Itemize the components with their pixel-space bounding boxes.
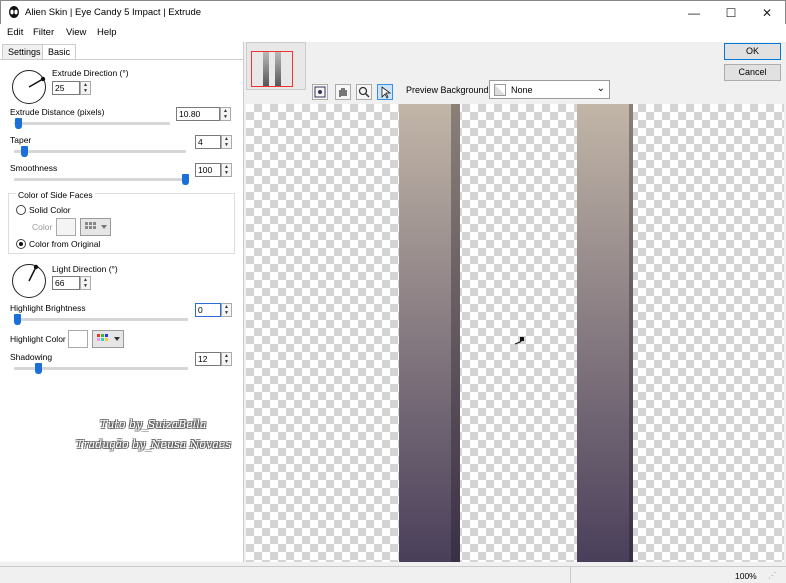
extruded-bar-right-side	[629, 104, 633, 562]
dial-needle-icon	[28, 76, 45, 88]
watermark-line-1: Tuto by_SuizaBella	[100, 418, 207, 431]
menu-edit[interactable]: Edit	[7, 27, 23, 38]
alien-skin-logo-icon	[9, 6, 19, 18]
status-bar: 100% ⋰	[0, 566, 786, 583]
zoom-fit-icon	[314, 86, 326, 98]
window-title: Alien Skin | Eye Candy 5 Impact | Extrud…	[25, 7, 202, 18]
taper-stepper[interactable]: ▲ ▼	[221, 135, 232, 149]
taper-slider[interactable]	[14, 150, 186, 153]
smoothness-stepper[interactable]: ▲ ▼	[221, 163, 232, 177]
minimize-button[interactable]: —	[677, 1, 711, 25]
mouse-cursor-icon	[514, 337, 524, 345]
extruded-bar-right	[577, 104, 629, 562]
solid-color-radio[interactable]	[16, 205, 26, 215]
extrude-direction-dial[interactable]	[12, 70, 46, 104]
light-direction-dial[interactable]	[12, 264, 46, 298]
highlight-brightness-slider[interactable]	[14, 318, 188, 321]
zoom-fit-tool[interactable]	[312, 84, 328, 100]
preview-canvas[interactable]	[246, 104, 784, 562]
taper-label: Taper	[10, 135, 32, 145]
menu-bar: Edit Filter View Help	[0, 24, 786, 42]
light-direction-input[interactable]: 66 ▲ ▼	[52, 276, 91, 290]
shadowing-input[interactable]: 12 ▲ ▼	[195, 352, 232, 366]
color-from-original-radio[interactable]	[16, 239, 26, 249]
extrude-distance-stepper[interactable]: ▲ ▼	[220, 107, 231, 121]
pan-tool[interactable]	[335, 84, 351, 100]
extrude-direction-stepper[interactable]: ▲ ▼	[80, 81, 91, 95]
light-direction-label: Light Direction (°)	[52, 264, 118, 274]
highlight-color-label: Highlight Color	[10, 334, 66, 344]
menu-filter[interactable]: Filter	[33, 27, 54, 38]
highlight-brightness-slider-thumb[interactable]	[14, 314, 21, 325]
extruded-bar-left-side	[451, 104, 460, 562]
extruded-bar-left	[399, 104, 451, 562]
shadowing-stepper[interactable]: ▲ ▼	[221, 352, 232, 366]
smoothness-slider-thumb[interactable]	[182, 174, 189, 185]
select-tool[interactable]	[377, 84, 393, 100]
taper-input[interactable]: 4 ▲ ▼	[195, 135, 232, 149]
status-divider	[570, 567, 571, 583]
menu-help[interactable]: Help	[97, 27, 117, 38]
highlight-color-swatch[interactable]	[68, 330, 88, 348]
shadowing-label: Shadowing	[10, 352, 53, 362]
zoom-tool[interactable]	[356, 84, 372, 100]
preview-background-label: Preview Background:	[406, 85, 492, 95]
chevron-down-icon: ⌄	[596, 83, 605, 94]
title-bar: Alien Skin | Eye Candy 5 Impact | Extrud…	[0, 0, 786, 24]
highlight-brightness-label: Highlight Brightness	[10, 303, 86, 313]
extrude-distance-input[interactable]: 10.80 ▲ ▼	[176, 107, 231, 121]
highlight-color-picker-button[interactable]	[92, 330, 124, 348]
extrude-distance-slider[interactable]	[14, 122, 170, 125]
dial-needle-icon	[27, 264, 38, 281]
navigator-viewport-box[interactable]	[251, 51, 293, 87]
smoothness-label: Smoothness	[10, 163, 58, 173]
color-grid-icon	[97, 334, 120, 341]
extrude-distance-label: Extrude Distance (pixels)	[10, 107, 105, 117]
menu-view[interactable]: View	[66, 27, 86, 38]
shadowing-slider-thumb[interactable]	[35, 363, 42, 374]
preview-background-value: None	[511, 85, 533, 95]
ok-button[interactable]: OK	[724, 43, 781, 60]
solid-color-label: Solid Color	[29, 205, 71, 215]
highlight-brightness-input[interactable]: 0 ▲ ▼	[195, 303, 232, 317]
extrude-direction-label: Extrude Direction (°)	[52, 68, 129, 78]
smoothness-input[interactable]: 100 ▲ ▼	[195, 163, 232, 177]
tab-basic[interactable]: Basic	[42, 44, 77, 60]
cancel-button[interactable]: Cancel	[724, 64, 781, 81]
side-color-picker-button[interactable]	[80, 218, 111, 236]
side-color-swatch[interactable]	[56, 218, 76, 236]
close-button[interactable]: ✕	[750, 1, 784, 25]
preview-background-select[interactable]: None ⌄	[489, 80, 610, 99]
color-from-original-label: Color from Original	[29, 239, 101, 249]
highlight-brightness-stepper[interactable]: ▲ ▼	[221, 303, 232, 317]
zoom-level: 100%	[735, 571, 757, 581]
maximize-button[interactable]: ☐	[714, 1, 748, 25]
extrude-distance-slider-thumb[interactable]	[15, 118, 22, 129]
light-direction-stepper[interactable]: ▲ ▼	[80, 276, 91, 290]
side-faces-group-label: Color of Side Faces	[16, 190, 95, 200]
checker-swatch-icon	[494, 84, 506, 96]
side-color-label: Color	[32, 222, 53, 232]
arrow-pointer-icon	[381, 86, 392, 99]
extrude-direction-input[interactable]: 25 ▲ ▼	[52, 81, 91, 95]
magnifier-icon	[358, 86, 370, 98]
color-grid-icon	[85, 222, 107, 229]
smoothness-slider[interactable]	[14, 178, 186, 181]
tab-settings[interactable]: Settings	[2, 44, 47, 60]
hand-icon	[339, 88, 347, 97]
settings-panel: Settings Basic Extrude Direction (°) 25 …	[0, 42, 244, 562]
watermark-line-2: Tradução by_Neusa Novaes	[76, 438, 231, 451]
taper-slider-thumb[interactable]	[21, 146, 28, 157]
navigator-thumbnail[interactable]	[246, 42, 306, 90]
resize-grip-icon: ⋰	[768, 570, 777, 580]
tab-divider	[0, 59, 243, 60]
